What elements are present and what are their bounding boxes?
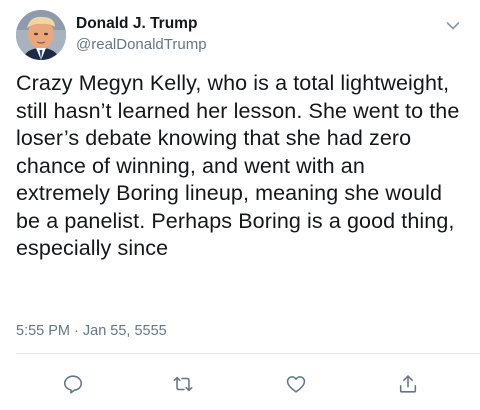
author-names: Donald J. Trump @realDonaldTrump	[76, 14, 207, 55]
tweet-header: Donald J. Trump @realDonaldTrump	[16, 10, 466, 62]
like-button[interactable]	[282, 370, 310, 398]
tweet-text: Crazy Megyn Kelly, who is a total lightw…	[16, 71, 460, 260]
retweet-button[interactable]	[169, 370, 197, 398]
retweet-icon	[173, 376, 193, 392]
reply-button[interactable]	[59, 370, 87, 398]
author-display-name[interactable]: Donald J. Trump	[76, 14, 207, 34]
heart-icon	[286, 376, 306, 393]
chevron-down-icon[interactable]	[446, 18, 460, 30]
divider	[16, 353, 480, 354]
share-button[interactable]	[394, 370, 422, 398]
share-icon	[399, 375, 417, 393]
avatar-image	[16, 10, 66, 60]
reply-icon	[63, 375, 83, 394]
author-handle[interactable]: @realDonaldTrump	[76, 35, 207, 55]
tweet-timestamp[interactable]: 5:55 PM · Jan 55, 5555	[16, 322, 167, 340]
avatar[interactable]	[16, 10, 66, 60]
tweet-card: Donald J. Trump @realDonaldTrump Crazy M…	[0, 0, 480, 410]
tweet-actions	[0, 366, 480, 402]
